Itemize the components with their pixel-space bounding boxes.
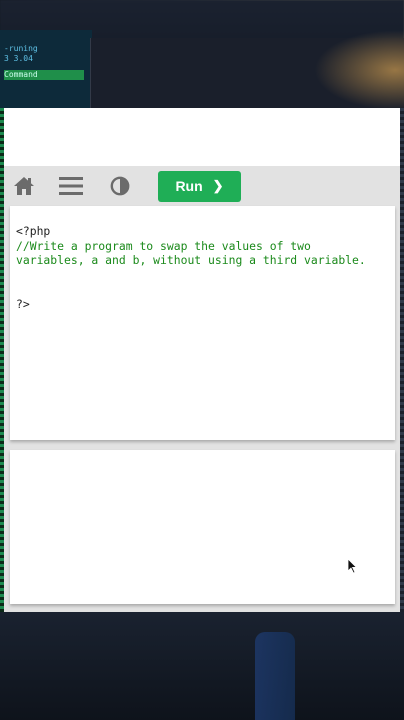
home-icon[interactable] [6, 166, 42, 206]
chevron-right-icon: ❯ [212, 178, 224, 193]
background-terminal-line: -runing [4, 44, 38, 53]
code-open-tag: <?php [16, 224, 51, 238]
background-desk [0, 612, 404, 720]
background-terminal-command: Command [4, 70, 84, 80]
code-comment-line: //Write a program to swap the values of … [16, 238, 311, 253]
code-editor[interactable]: <?php //Write a program to swap the valu… [10, 206, 395, 440]
menu-icon[interactable] [53, 166, 89, 206]
run-button-label: Run [175, 178, 203, 194]
background-terminal-line: 3 3.04 [4, 54, 33, 63]
contrast-icon[interactable] [102, 166, 138, 206]
code-blank-lines [16, 268, 395, 297]
code-editor-window: Run ❯ <?php //Write a program to swap th… [4, 108, 400, 612]
code-comment-line: variables, a and b, without using a thir… [16, 253, 366, 267]
output-panel [10, 450, 395, 604]
header-blank-area [4, 108, 400, 166]
mouse-cursor-icon [347, 558, 357, 574]
run-button[interactable]: Run ❯ [158, 170, 241, 202]
toolbar: Run ❯ [4, 166, 400, 206]
editor-area: <?php //Write a program to swap the valu… [4, 206, 400, 612]
background-glow [314, 30, 404, 110]
code-close-tag: ?> [16, 296, 30, 311]
background-right-strip [400, 108, 404, 613]
background-terminal: -runing 3 3.04 Command [0, 30, 92, 108]
background-chair [255, 632, 295, 720]
